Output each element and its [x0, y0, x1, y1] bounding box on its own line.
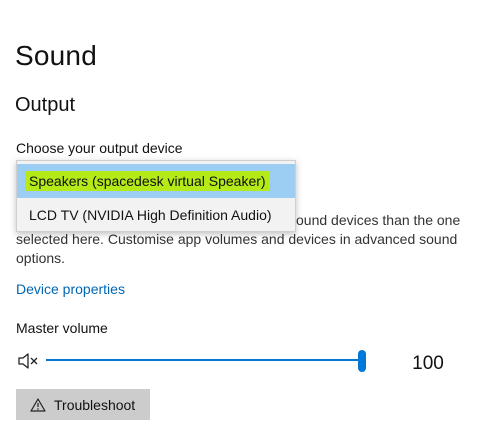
warning-icon — [30, 397, 46, 412]
output-device-label: Choose your output device — [16, 140, 183, 156]
dropdown-option-speakers[interactable]: Speakers (spacedesk virtual Speaker) — [17, 164, 295, 198]
master-volume-label: Master volume — [16, 320, 108, 336]
slider-track[interactable] — [46, 359, 362, 361]
output-device-dropdown[interactable]: Speakers (spacedesk virtual Speaker) LCD… — [16, 160, 296, 232]
slider-thumb[interactable] — [358, 350, 366, 372]
dropdown-option-lcd-tv[interactable]: LCD TV (NVIDIA High Definition Audio) — [17, 198, 295, 232]
help-text-line-3: options. — [16, 250, 66, 266]
troubleshoot-label: Troubleshoot — [54, 396, 136, 413]
speaker-muted-icon[interactable] — [17, 352, 39, 370]
volume-value: 100 — [412, 353, 444, 374]
section-title-output: Output — [15, 94, 76, 116]
dropdown-option-label: Speakers (spacedesk virtual Speaker) — [25, 171, 270, 191]
help-text-line-2: selected here. Customise app volumes and… — [16, 231, 458, 247]
device-properties-link[interactable]: Device properties — [16, 281, 125, 297]
troubleshoot-button[interactable]: Troubleshoot — [16, 389, 150, 420]
dropdown-option-label: LCD TV (NVIDIA High Definition Audio) — [29, 207, 272, 223]
master-volume-slider[interactable] — [46, 350, 366, 372]
page-title: Sound — [15, 40, 97, 71]
